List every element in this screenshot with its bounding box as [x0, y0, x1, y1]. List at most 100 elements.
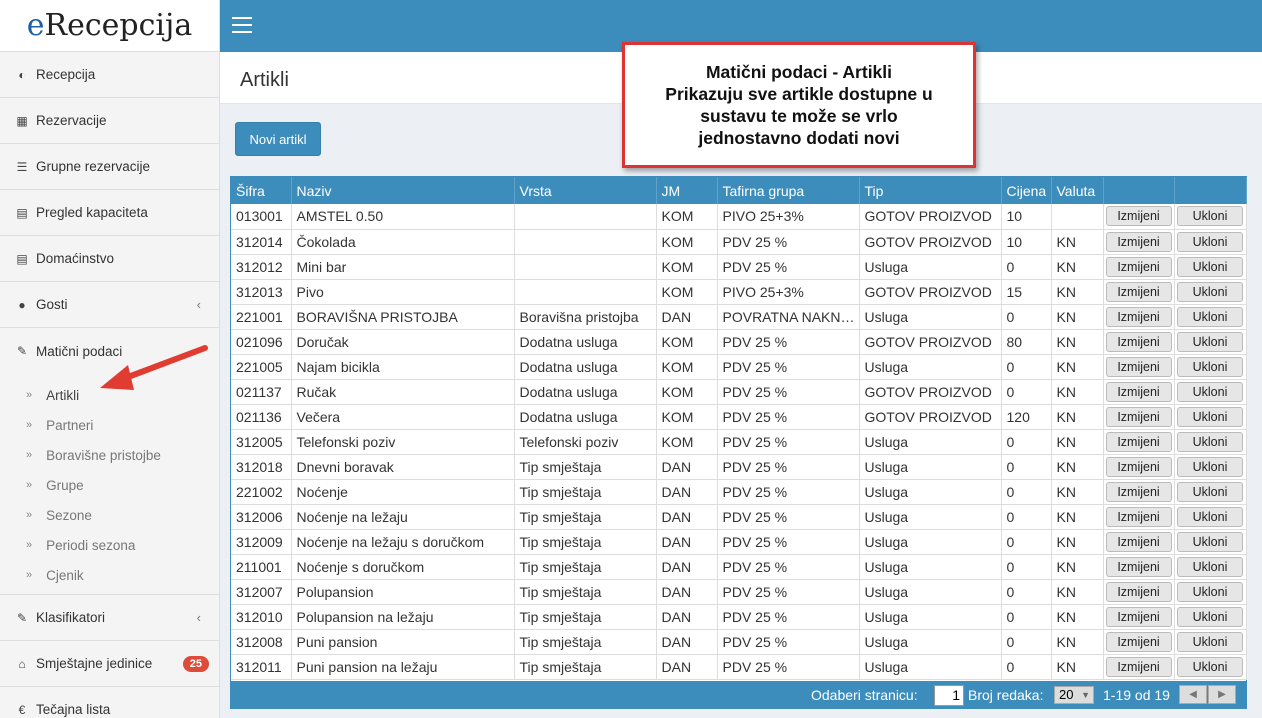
delete-button[interactable]: Ukloni — [1177, 206, 1243, 227]
column-header[interactable]: Šifra — [231, 177, 292, 204]
submenu-item-grupe[interactable]: » Grupe — [0, 470, 219, 500]
sidebar-item-rezervacije[interactable]: ▦ Rezervacije — [0, 98, 219, 144]
table-row[interactable]: 312008 Puni pansion Tip smještaja DAN PDV 25… — [231, 629, 1247, 655]
edit-button[interactable]: Izmijeni — [1105, 556, 1172, 577]
delete-button[interactable]: Ukloni — [1177, 306, 1243, 327]
sidebar-item-tečajna-lista[interactable]: € Tečajna lista — [0, 687, 219, 718]
submenu-item-label: Grupe — [46, 477, 84, 493]
delete-button[interactable]: Ukloni — [1177, 331, 1243, 352]
delete-button[interactable]: Ukloni — [1177, 656, 1243, 677]
edit-button[interactable]: Izmijeni — [1105, 381, 1172, 402]
table-cell: PDV 25 % — [717, 504, 860, 530]
column-header[interactable] — [1103, 177, 1175, 204]
delete-button[interactable]: Ukloni — [1177, 631, 1243, 652]
edit-button[interactable]: Izmijeni — [1105, 256, 1172, 277]
table-cell: PDV 25 % — [717, 529, 860, 555]
edit-button[interactable]: Izmijeni — [1105, 506, 1172, 527]
table-row[interactable]: 221005 Najam bicikla Dodatna usluga KOM PDV … — [231, 354, 1247, 380]
delete-button[interactable]: Ukloni — [1177, 556, 1243, 577]
table-row[interactable]: 312014 Čokolada KOM PDV 25 % GOTOV PROIZVOD 1… — [231, 229, 1247, 255]
table-cell: KN — [1051, 404, 1104, 430]
table-row[interactable]: 312009 Noćenje na ležaju s doručkom Tip sm… — [231, 529, 1247, 555]
hamburger-menu-icon[interactable] — [232, 17, 252, 33]
submenu-item-cjenik[interactable]: » Cjenik — [0, 560, 219, 590]
delete-button[interactable]: Ukloni — [1177, 381, 1243, 402]
table-row[interactable]: 312013 Pivo KOM PIVO 25+3% GOTOV PROIZVOD 15 K… — [231, 279, 1247, 305]
table-cell: DAN — [656, 554, 718, 580]
edit-button[interactable]: Izmijeni — [1105, 431, 1172, 452]
action-cell: Izmijeni — [1103, 429, 1175, 455]
edit-button[interactable]: Izmijeni — [1105, 631, 1172, 652]
table-row[interactable]: 312010 Polupansion na ležaju Tip smještaja… — [231, 604, 1247, 630]
page-number-input[interactable]: 1 — [934, 685, 964, 706]
column-header[interactable]: Valuta — [1051, 177, 1104, 204]
table-row[interactable]: 021096 Doručak Dodatna usluga KOM PDV 25 % GO… — [231, 329, 1247, 355]
delete-button[interactable]: Ukloni — [1177, 506, 1243, 527]
prev-page-icon[interactable]: ◀ — [1179, 685, 1207, 704]
table-row[interactable]: 312005 Telefonski poziv Telefonski poziv KO… — [231, 429, 1247, 455]
sidebar-item-grupne-rezervacije[interactable]: ☰ Grupne rezervacije — [0, 144, 219, 190]
table-row[interactable]: 312012 Mini bar KOM PDV 25 % Usluga 0 KN Izmije… — [231, 254, 1247, 280]
submenu-item-periodi-sezona[interactable]: » Periodi sezona — [0, 530, 219, 560]
delete-button[interactable]: Ukloni — [1177, 431, 1243, 452]
submenu-item-boravišne-pristojbe[interactable]: » Boravišne pristojbe — [0, 440, 219, 470]
delete-button[interactable]: Ukloni — [1177, 481, 1243, 502]
column-header[interactable]: Tafirna grupa — [717, 177, 860, 204]
sidebar-item-recepcija[interactable]: ◐ Recepcija — [0, 52, 219, 98]
column-header[interactable]: Cijena — [1001, 177, 1052, 204]
action-cell: Ukloni — [1174, 329, 1247, 355]
app-logo[interactable]: e Recepcija — [0, 0, 219, 52]
edit-button[interactable]: Izmijeni — [1105, 481, 1172, 502]
edit-button[interactable]: Izmijeni — [1105, 606, 1172, 627]
delete-button[interactable]: Ukloni — [1177, 531, 1243, 552]
delete-button[interactable]: Ukloni — [1177, 406, 1243, 427]
table-row[interactable]: 211001 Noćenje s doručkom Tip smještaja DAN… — [231, 554, 1247, 580]
table-row[interactable]: 312007 Polupansion Tip smještaja DAN PDV 25 … — [231, 579, 1247, 605]
rows-per-page-select[interactable]: 20 ▼ — [1054, 686, 1094, 704]
sidebar-item-pregled-kapaciteta[interactable]: ▤ Pregled kapaciteta — [0, 190, 219, 236]
edit-button[interactable]: Izmijeni — [1105, 206, 1172, 227]
edit-button[interactable]: Izmijeni — [1105, 581, 1172, 602]
edit-button[interactable]: Izmijeni — [1105, 281, 1172, 302]
delete-button[interactable]: Ukloni — [1177, 456, 1243, 477]
edit-button[interactable]: Izmijeni — [1105, 531, 1172, 552]
edit-button[interactable]: Izmijeni — [1105, 656, 1172, 677]
column-header[interactable]: Tip — [859, 177, 1002, 204]
next-page-icon[interactable]: ▶ — [1208, 685, 1236, 704]
column-header[interactable] — [1174, 177, 1247, 204]
delete-button[interactable]: Ukloni — [1177, 256, 1243, 277]
table-row[interactable]: 312018 Dnevni boravak Tip smještaja DAN PDV … — [231, 454, 1247, 480]
table-row[interactable]: 013001 AMSTEL 0.50 KOM PIVO 25+3% GOTOV PROI… — [231, 204, 1247, 230]
column-header[interactable]: JM — [656, 177, 718, 204]
table-row[interactable]: 312006 Noćenje na ležaju Tip smještaja DAN P… — [231, 504, 1247, 530]
new-article-button[interactable]: Novi artikl — [235, 122, 321, 156]
sidebar-item-klasifikatori[interactable]: ✎ Klasifikatori ‹ — [0, 595, 219, 641]
delete-button[interactable]: Ukloni — [1177, 281, 1243, 302]
table-cell: PDV 25 % — [717, 654, 860, 680]
delete-button[interactable]: Ukloni — [1177, 356, 1243, 377]
edit-button[interactable]: Izmijeni — [1105, 231, 1172, 252]
edit-button[interactable]: Izmijeni — [1105, 356, 1172, 377]
edit-button[interactable]: Izmijeni — [1105, 306, 1172, 327]
table-row[interactable]: 312011 Puni pansion na ležaju Tip smještaj… — [231, 654, 1247, 680]
table-cell: KN — [1051, 254, 1104, 280]
delete-button[interactable]: Ukloni — [1177, 581, 1243, 602]
table-row[interactable]: 021137 Ručak Dodatna usluga KOM PDV 25 % GOTO… — [231, 379, 1247, 405]
column-header[interactable]: Vrsta — [514, 177, 657, 204]
column-header[interactable]: Naziv — [291, 177, 515, 204]
submenu-item-partneri[interactable]: » Partneri — [0, 410, 219, 440]
sidebar-item-smještajne-jedinice[interactable]: ⌂ Smještajne jedinice 25 — [0, 641, 219, 687]
callout-line-1: Matični podaci - Artikli — [705, 62, 893, 82]
table-row[interactable]: 221001 BORAVIŠNA PRISTOJBA Boravišna prist… — [231, 304, 1247, 330]
table-row[interactable]: 221002 Noćenje Tip smještaja DAN PDV 25 % Usl… — [231, 479, 1247, 505]
edit-button[interactable]: Izmijeni — [1105, 331, 1172, 352]
edit-button[interactable]: Izmijeni — [1105, 456, 1172, 477]
submenu-item-sezone[interactable]: » Sezone — [0, 500, 219, 530]
table-row[interactable]: 021136 Večera Dodatna usluga KOM PDV 25 % GOT… — [231, 404, 1247, 430]
sidebar-item-domaćinstvo[interactable]: ▤ Domaćinstvo — [0, 236, 219, 282]
delete-button[interactable]: Ukloni — [1177, 606, 1243, 627]
table-cell: PDV 25 % — [717, 404, 860, 430]
edit-button[interactable]: Izmijeni — [1105, 406, 1172, 427]
delete-button[interactable]: Ukloni — [1177, 231, 1243, 252]
sidebar-item-gosti[interactable]: ● Gosti ‹ — [0, 282, 219, 328]
